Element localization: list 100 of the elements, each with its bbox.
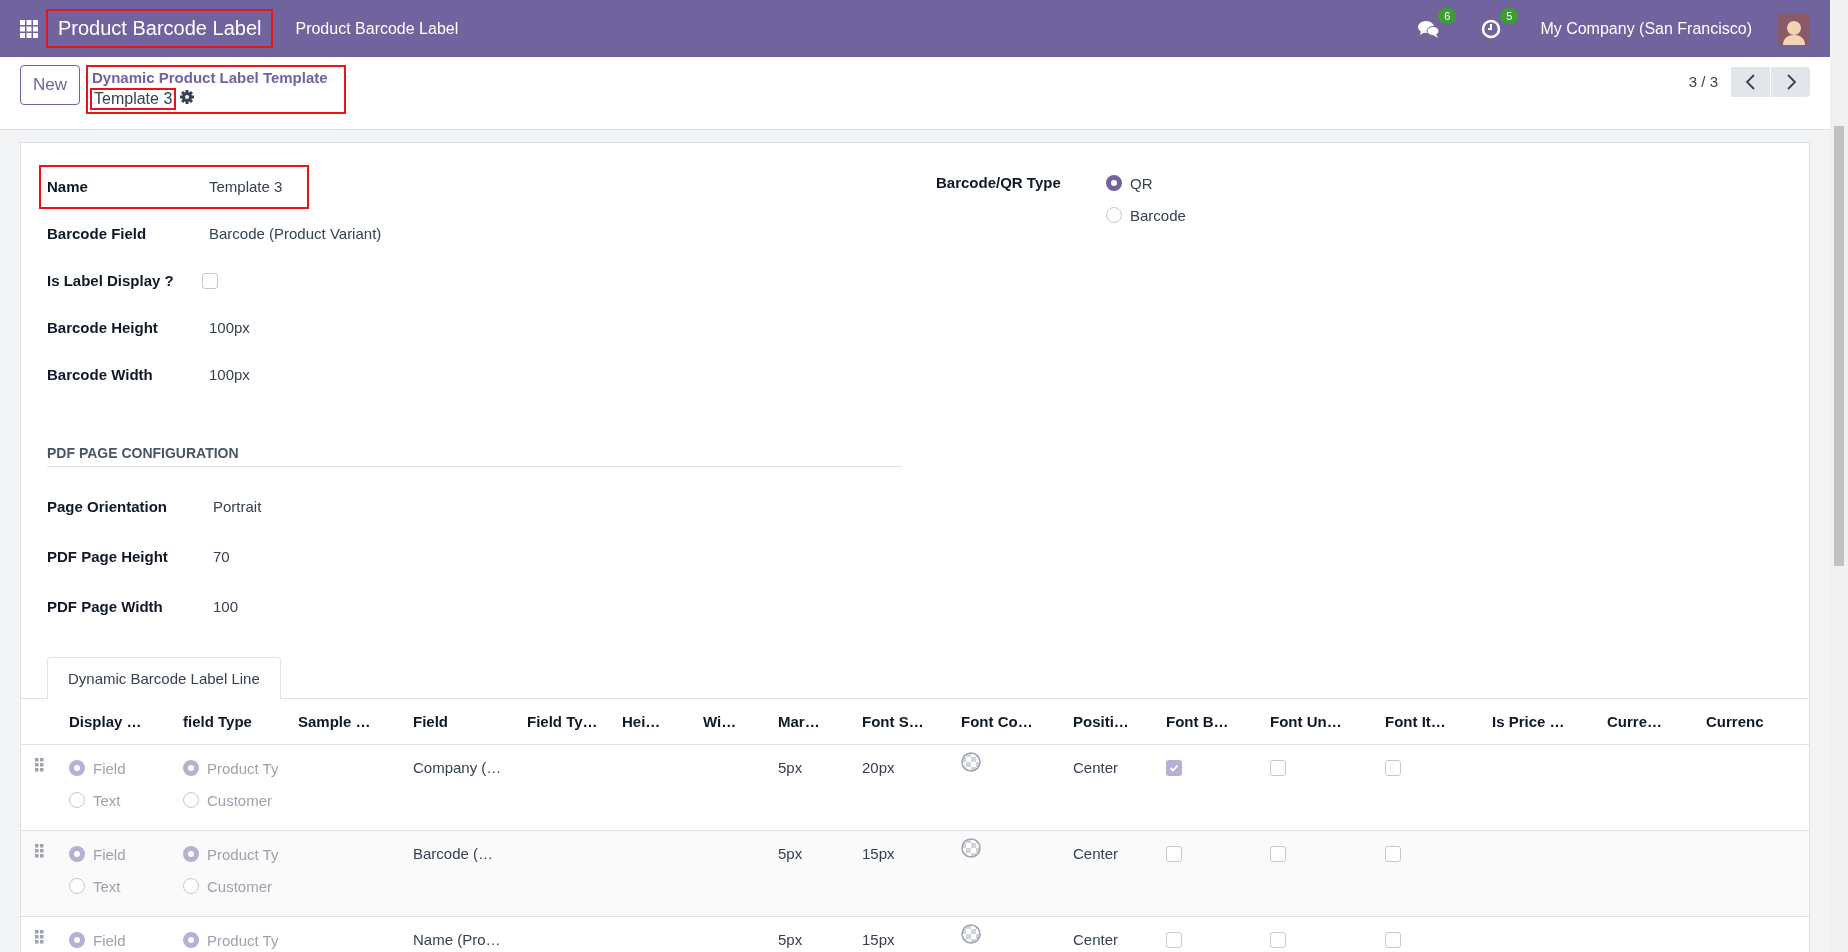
- column-header[interactable]: Hei…: [622, 713, 703, 730]
- field-label: PDF Page Height: [47, 547, 169, 565]
- field-label: Barcode Width: [47, 366, 154, 383]
- checkbox[interactable]: [1270, 760, 1286, 776]
- radio-button[interactable]: [183, 878, 199, 894]
- checkbox[interactable]: [1166, 760, 1182, 776]
- column-header[interactable]: Font S…: [862, 713, 961, 730]
- radio-button[interactable]: [69, 932, 85, 948]
- new-button[interactable]: New: [20, 65, 80, 105]
- column-header[interactable]: Is Price …: [1492, 713, 1607, 730]
- radio-button[interactable]: [1106, 175, 1122, 191]
- column-header[interactable]: Field Ty…: [527, 713, 622, 730]
- table-cell-text: 15px: [862, 844, 896, 864]
- message-count-badge: 6: [1438, 7, 1457, 24]
- column-header[interactable]: Wi…: [703, 713, 778, 730]
- field-label: Is Label Display ?: [47, 272, 175, 289]
- radio-label: Field: [93, 931, 126, 949]
- transparent-color-icon[interactable]: [961, 924, 981, 944]
- field-value: 100px: [209, 366, 250, 383]
- table-cell-text: 15px: [862, 930, 896, 950]
- transparent-color-icon[interactable]: [961, 752, 981, 772]
- field-value: Template 3: [209, 178, 283, 195]
- column-header[interactable]: Currenc: [1706, 713, 1812, 730]
- checkbox[interactable]: [1270, 932, 1286, 948]
- breadcrumb-link[interactable]: Dynamic Product Label Template: [92, 69, 328, 86]
- checkbox[interactable]: [1166, 932, 1182, 948]
- column-header[interactable]: Curre…: [1607, 713, 1706, 730]
- checkbox[interactable]: [1270, 846, 1286, 862]
- chat-icon[interactable]: [1418, 18, 1441, 39]
- field-value: Barcode (Product Variant): [209, 225, 382, 242]
- radio-button[interactable]: [183, 846, 199, 862]
- radio-label: Text: [93, 791, 121, 809]
- checkbox[interactable]: [1166, 846, 1182, 862]
- checkbox[interactable]: [1385, 760, 1401, 776]
- checkbox[interactable]: [202, 272, 218, 289]
- company-switcher[interactable]: My Company (San Francisco): [1540, 19, 1752, 38]
- radio-label: Field: [93, 759, 126, 777]
- table-cell-text: Center: [1073, 930, 1120, 950]
- column-header[interactable]: Font Un…: [1270, 713, 1385, 730]
- chevron-right-icon: [1784, 74, 1797, 90]
- radio-button[interactable]: [183, 932, 199, 948]
- pager-value: 3 / 3: [1688, 73, 1718, 90]
- app-menu-icon[interactable]: [20, 19, 38, 38]
- column-header[interactable]: Field: [413, 713, 527, 730]
- table-cell-text: 5px: [778, 930, 804, 950]
- gear-icon[interactable]: [180, 90, 195, 104]
- drag-handle-icon[interactable]: [35, 844, 44, 858]
- field-label: Barcode/QR Type: [936, 173, 1062, 193]
- column-header[interactable]: Font Co…: [961, 713, 1073, 730]
- record-name: Template 3: [92, 90, 175, 108]
- radio-button[interactable]: [183, 760, 199, 776]
- check-icon: [1169, 763, 1179, 773]
- field-value: 70: [213, 547, 230, 565]
- table-row[interactable]: Field Text Product Ty Customer Barcode (… 5px 15px Center: [21, 831, 1809, 917]
- field-label: Barcode Height: [47, 319, 159, 336]
- radio-button[interactable]: [69, 792, 85, 808]
- user-avatar[interactable]: [1778, 12, 1810, 45]
- table-cell-text: Center: [1073, 844, 1120, 864]
- radio-button[interactable]: [69, 878, 85, 894]
- field-value: 100px: [209, 319, 250, 336]
- field-label: PDF Page Width: [47, 597, 164, 615]
- clock-icon[interactable]: [1481, 18, 1502, 39]
- radio-label: Text: [93, 877, 121, 895]
- drag-handle-icon[interactable]: [35, 758, 44, 772]
- checkbox[interactable]: [1385, 846, 1401, 862]
- chevron-left-icon: [1744, 74, 1757, 90]
- next-button[interactable]: [1771, 67, 1810, 97]
- table-cell-text: Name (Pro…: [413, 930, 502, 950]
- column-header[interactable]: Mar…: [778, 713, 862, 730]
- menu-item[interactable]: Product Barcode Label: [295, 19, 459, 38]
- table-cell-text: Company (…: [413, 758, 503, 778]
- checkbox[interactable]: [1385, 932, 1401, 948]
- transparent-color-icon[interactable]: [961, 838, 981, 858]
- radio-button[interactable]: [1106, 207, 1122, 223]
- radio-button[interactable]: [183, 792, 199, 808]
- column-header[interactable]: Font It…: [1385, 713, 1492, 730]
- field-label: Page Orientation: [47, 497, 169, 515]
- field-value: 100: [213, 597, 239, 615]
- notebook-tab[interactable]: Dynamic Barcode Label Line: [47, 657, 281, 699]
- table-cell-text: Center: [1073, 758, 1120, 778]
- scrollbar[interactable]: [1830, 0, 1848, 952]
- column-header[interactable]: Font B…: [1166, 713, 1270, 730]
- previous-button[interactable]: [1731, 67, 1770, 97]
- field-label: Barcode Field: [47, 225, 148, 242]
- column-header[interactable]: Sample …: [298, 713, 413, 730]
- column-header[interactable]: Positi…: [1073, 713, 1166, 730]
- radio-label: Product Ty: [207, 845, 279, 863]
- radio-button[interactable]: [69, 760, 85, 776]
- table-cell-text: 20px: [862, 758, 896, 778]
- radio-button[interactable]: [69, 846, 85, 862]
- drag-handle-icon[interactable]: [35, 930, 44, 944]
- column-header[interactable]: Display …: [69, 713, 183, 730]
- table-cell-text: 5px: [778, 758, 804, 778]
- radio-label: QR: [1130, 174, 1153, 192]
- section-title: PDF PAGE CONFIGURATION: [47, 445, 239, 461]
- table-cell-text: Barcode (…: [413, 844, 495, 864]
- radio-label: Field: [93, 845, 126, 863]
- column-header[interactable]: field Type: [183, 713, 298, 730]
- radio-label: Product Ty: [207, 931, 279, 949]
- radio-label: Customer: [207, 877, 273, 895]
